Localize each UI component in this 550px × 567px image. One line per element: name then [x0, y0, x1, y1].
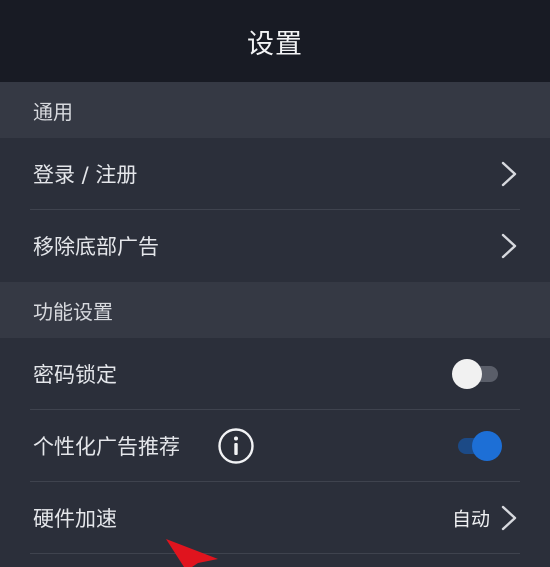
toggle-knob	[452, 359, 482, 389]
top-bar: 设置	[0, 0, 550, 82]
hardware-acceleration-value: 自动	[451, 508, 490, 531]
info-icon[interactable]	[217, 427, 255, 465]
section-title: 功能设置	[33, 299, 113, 324]
chevron-right-icon	[501, 505, 517, 531]
toggle-knob	[472, 431, 502, 461]
personalized-ads-toggle[interactable]	[452, 431, 502, 461]
red-arrow-annotation-icon	[166, 539, 218, 567]
chevron-right-icon	[501, 233, 517, 259]
section-header-features: 功能设置	[0, 282, 550, 338]
login-register-row[interactable]: 登录 / 注册	[0, 138, 550, 210]
password-lock-row: 密码锁定	[0, 338, 550, 410]
row-label: 移除底部广告	[33, 235, 159, 259]
personalized-ads-row: 个性化广告推荐	[0, 410, 550, 482]
page-title: 设置	[247, 28, 303, 60]
row-label: 登录 / 注册	[33, 163, 138, 187]
row-label: 个性化广告推荐	[33, 435, 180, 459]
section-title: 通用	[33, 99, 73, 124]
remove-bottom-ads-row[interactable]: 移除底部广告	[0, 210, 550, 282]
password-lock-toggle[interactable]	[452, 359, 502, 389]
section-header-general: 通用	[0, 82, 550, 138]
row-label: 硬件加速	[33, 507, 117, 531]
row-label: 密码锁定	[33, 363, 117, 387]
settings-screen: 设置 通用 登录 / 注册 移除底部广告 功能设置 密码锁定 个性化广告推荐 硬…	[0, 0, 550, 567]
chevron-right-icon	[501, 161, 517, 187]
hardware-acceleration-row[interactable]: 硬件加速 自动	[0, 482, 550, 554]
